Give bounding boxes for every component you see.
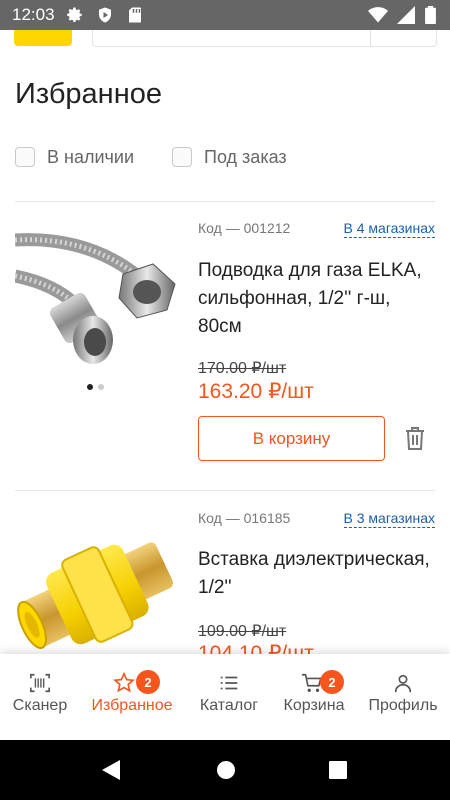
product-image[interactable] (15, 504, 177, 666)
checkbox[interactable] (15, 147, 35, 167)
cart-badge: 2 (320, 670, 344, 694)
gear-icon (67, 7, 82, 23)
pagination-dot[interactable] (98, 384, 104, 390)
logo-button[interactable] (14, 30, 72, 46)
product-code: Код — 016185 (198, 510, 291, 526)
filter-label: В наличии (47, 146, 135, 167)
stores-link[interactable]: В 4 магазинах (343, 220, 435, 238)
nav-label: Профиль (368, 697, 438, 714)
pagination-dot[interactable] (87, 384, 93, 390)
filter-label: Под заказ (204, 146, 287, 167)
shield-icon (99, 7, 112, 23)
product-code: Код — 001212 (198, 220, 291, 236)
system-navigation-bar (0, 740, 450, 800)
nav-scanner[interactable]: Сканер (0, 654, 80, 740)
checkbox[interactable] (172, 147, 192, 167)
image-pagination (87, 384, 104, 390)
scrolled-header (0, 30, 450, 48)
divider (15, 490, 435, 491)
profile-icon (394, 674, 412, 693)
status-time: 12:03 (12, 5, 55, 24)
nav-label: Корзина (283, 697, 345, 714)
old-price: 109.00 ₽/шт (198, 623, 287, 640)
signal-icon (396, 6, 415, 24)
page-title: Избранное (15, 78, 162, 110)
trash-icon[interactable] (403, 425, 427, 456)
search-bar[interactable] (92, 30, 437, 47)
star-icon (113, 672, 135, 693)
favorites-badge: 2 (136, 670, 160, 694)
status-right-icons (368, 6, 436, 25)
divider (15, 201, 435, 202)
price: 163.20 ₽/шт (198, 380, 314, 403)
recents-icon[interactable] (328, 758, 348, 782)
product-image[interactable] (13, 214, 177, 376)
nav-label: Избранное (91, 697, 173, 714)
nav-catalog[interactable]: Каталог (190, 654, 268, 740)
bottom-navigation: Сканер 2 Избранное Каталог 2 Корзина Про… (0, 654, 450, 740)
status-bar: 12:03 (0, 0, 450, 30)
nav-cart[interactable]: 2 Корзина (274, 654, 354, 740)
nav-favorites[interactable]: 2 Избранное (80, 654, 184, 740)
status-left-icons (66, 6, 143, 24)
home-icon[interactable] (215, 758, 237, 782)
add-to-cart-button[interactable]: В корзину (198, 416, 385, 461)
product-name[interactable]: Вставка диэлектрическая, 1/2'' (198, 546, 438, 602)
product-name[interactable]: Подводка для газа ELKA, сильфонная, 1/2'… (198, 257, 438, 341)
list-icon (220, 676, 238, 690)
filter-on-order[interactable]: Под заказ (172, 146, 287, 168)
sd-card-icon (128, 7, 141, 23)
nav-label: Каталог (199, 697, 259, 714)
old-price: 170.00 ₽/шт (198, 360, 287, 377)
nav-profile[interactable]: Профиль (360, 654, 446, 740)
filter-in-stock[interactable]: В наличии (15, 146, 134, 168)
wifi-icon (368, 7, 389, 23)
stores-link[interactable]: В 3 магазинах (343, 510, 435, 528)
back-icon[interactable] (100, 758, 122, 782)
battery-icon (425, 6, 436, 25)
scanner-icon (30, 673, 50, 693)
nav-label: Сканер (12, 697, 68, 714)
